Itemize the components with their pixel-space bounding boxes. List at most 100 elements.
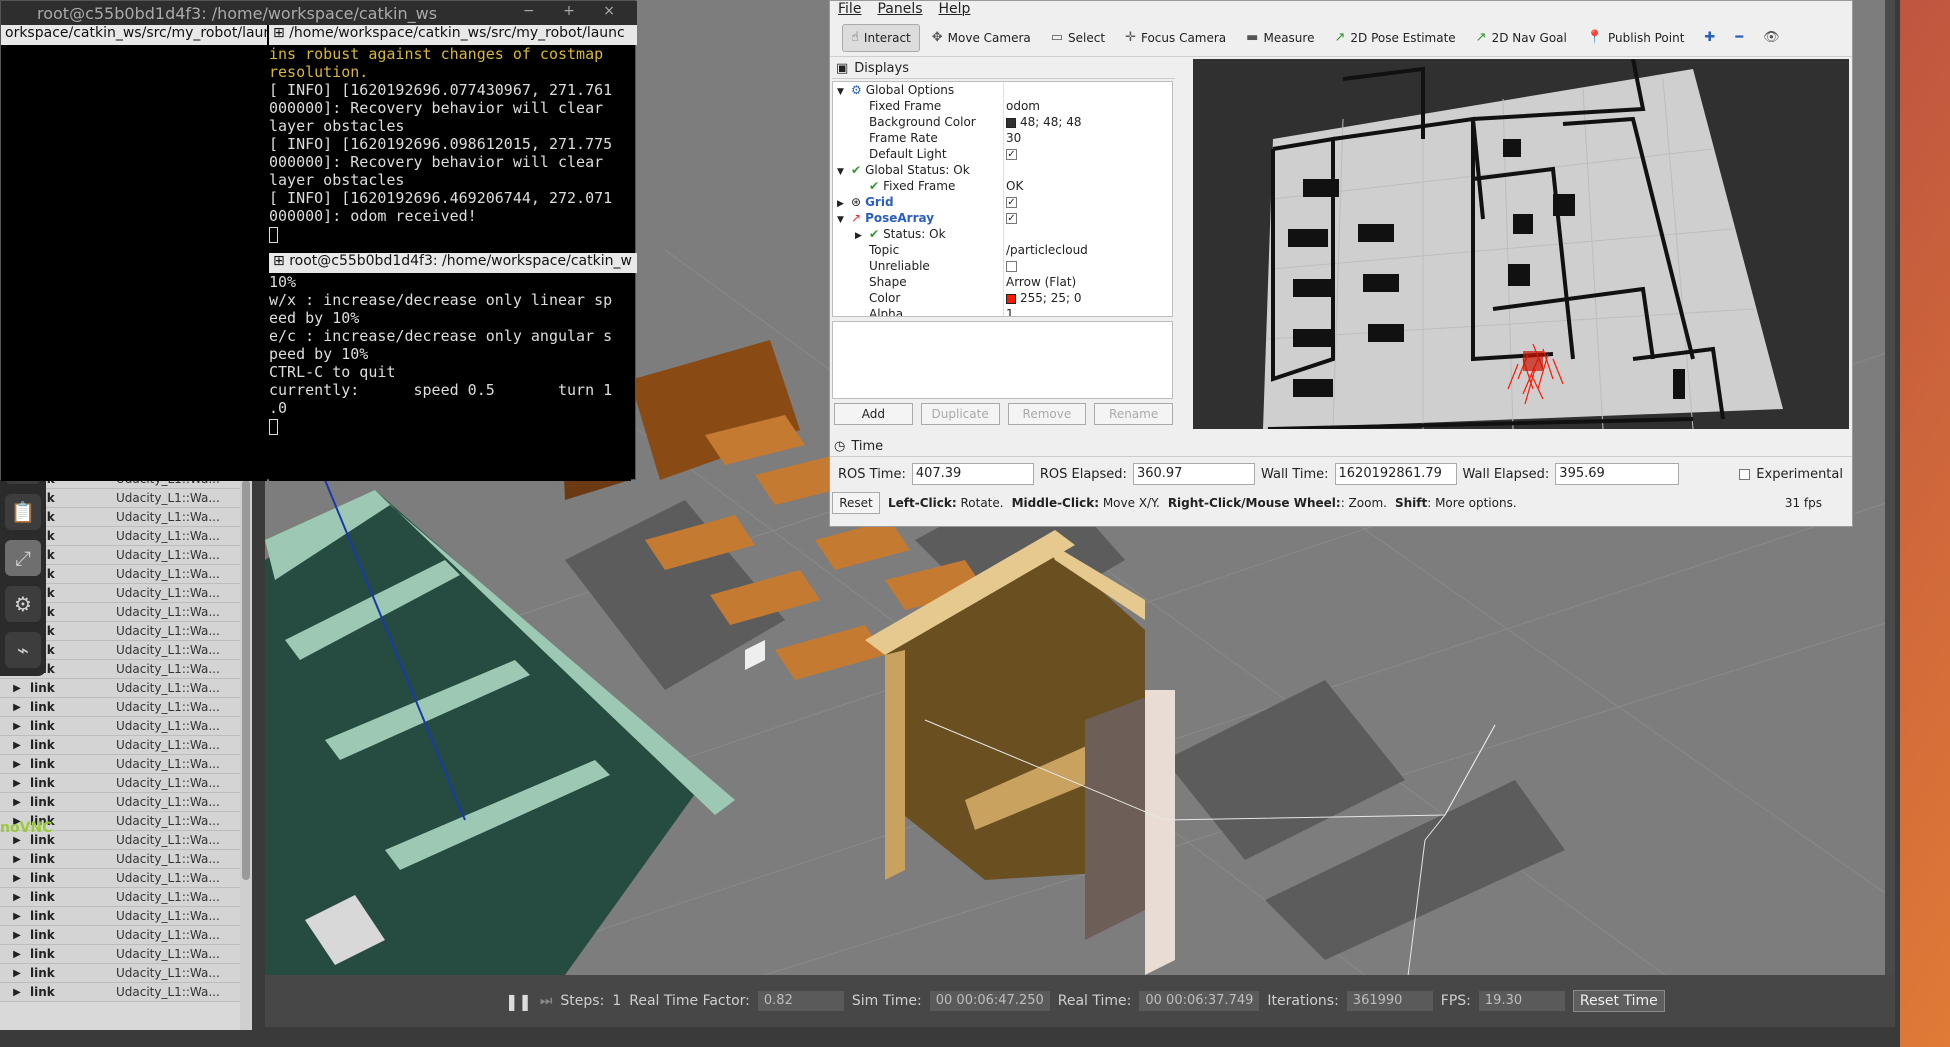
rename-display-button[interactable]: Rename <box>1094 403 1173 425</box>
publish-point-tool-button[interactable]: 📍 Publish Point <box>1579 24 1693 52</box>
model-tree-row[interactable]: ▶ link Udacity_L1::Wa... <box>0 869 251 888</box>
expand-arrow-icon[interactable]: ▶ <box>10 759 24 770</box>
fullscreen-icon[interactable]: ⤢ <box>5 540 41 576</box>
model-tree-row[interactable]: ▶ link Udacity_L1::Wa... <box>0 850 251 869</box>
display-checkbox[interactable] <box>1006 261 1017 272</box>
expand-arrow-icon[interactable]: ▶ <box>10 702 24 713</box>
model-tree-row[interactable]: ▶ link Udacity_L1::Wa... <box>0 793 251 812</box>
display-row[interactable]: ▶ ✔ Status: Ok <box>833 226 1172 242</box>
display-checkbox[interactable]: ✓ <box>1006 149 1017 160</box>
focus-icon: ✛ <box>1125 30 1136 45</box>
rviz-window[interactable]: File Panels Help ☝ Interact ✥ Move Camera … <box>829 0 1853 527</box>
expand-arrow-icon[interactable]: ▶ <box>10 721 24 732</box>
bottom-terminal-pane[interactable]: 10% w/x : increase/decrease only linear s… <box>269 273 631 481</box>
model-tree-row[interactable]: ▶ link Udacity_L1::Wa... <box>0 736 251 755</box>
expand-arrow-icon[interactable]: ▶ <box>10 911 24 922</box>
display-row[interactable]: ✔ Fixed Frame OK <box>833 178 1172 194</box>
step-icon[interactable]: ⏭ <box>540 993 553 1009</box>
display-row[interactable]: Shape Arrow (Flat) <box>833 274 1172 290</box>
model-tree-row[interactable]: ▶ link Udacity_L1::Wa... <box>0 774 251 793</box>
wall-elapsed-field[interactable]: 395.69 <box>1555 463 1680 485</box>
nav-goal-tool-button[interactable]: ↗ 2D Nav Goal <box>1468 24 1575 52</box>
experimental-checkbox[interactable] <box>1739 468 1751 480</box>
row-value: Udacity_L1::Wa... <box>116 605 220 619</box>
display-row[interactable]: ▼ ⚙ Global Options <box>833 82 1172 98</box>
model-tree-row[interactable]: ▶ link Udacity_L1::Wa... <box>0 698 251 717</box>
model-tree-row[interactable]: ▶ link Udacity_L1::Wa... <box>0 926 251 945</box>
move-camera-tool-button[interactable]: ✥ Move Camera <box>924 24 1039 52</box>
terminal-window[interactable]: root@c55b0bd1d4f3: /home/workspace/catki… <box>0 0 637 481</box>
ros-elapsed-field[interactable]: 360.97 <box>1132 463 1255 485</box>
wall-time-field[interactable]: 1620192861.79 <box>1334 463 1457 485</box>
reset-button[interactable]: Reset <box>832 492 880 514</box>
displays-tree[interactable]: ▼ ⚙ Global Options Fixed Frame odom Backgroun… <box>832 81 1173 317</box>
menu-panels[interactable]: Panels <box>877 1 922 19</box>
expand-arrow-icon[interactable]: ▶ <box>10 797 24 808</box>
display-row[interactable]: ▶ ⊛ Grid ✓ <box>833 194 1172 210</box>
model-tree-row[interactable]: ▶ link Udacity_L1::Wa... <box>0 888 251 907</box>
menu-file[interactable]: File <box>838 1 861 19</box>
display-row[interactable]: Topic/particlecloud <box>833 242 1172 258</box>
expand-arrow-icon[interactable]: ▶ <box>10 930 24 941</box>
settings-gear-icon[interactable]: ⚙ <box>5 586 41 622</box>
model-tree-row[interactable]: ▶ link Udacity_L1::Wa... <box>0 964 251 983</box>
model-tree-row[interactable]: ▶ link Udacity_L1::Wa... <box>0 717 251 736</box>
expand-arrow-icon[interactable]: ▶ <box>10 740 24 751</box>
ros-time-field[interactable]: 407.39 <box>911 463 1034 485</box>
expand-arrow-icon[interactable]: ▶ <box>10 892 24 903</box>
expand-arrow-icon[interactable]: ▶ <box>10 873 24 884</box>
view-options-button[interactable]: 👁 <box>1755 24 1788 52</box>
left-terminal-pane[interactable] <box>1 45 267 481</box>
model-tree-row[interactable]: ▶ link Udacity_L1::Wa... <box>0 945 251 964</box>
top-terminal-pane[interactable]: ins robust against changes of costmap res… <box>269 45 631 245</box>
model-tree-row[interactable]: ▶ link Udacity_L1::Wa... <box>0 983 251 1002</box>
tree-arrow-icon[interactable]: ▶ <box>855 228 869 242</box>
window-controls[interactable]: − + × <box>523 3 627 19</box>
pause-icon[interactable]: ❚❚ <box>505 992 532 1011</box>
display-row[interactable]: Unreliable <box>833 258 1172 274</box>
steps-value[interactable]: 1 <box>612 993 621 1009</box>
reset-time-button[interactable]: Reset Time <box>1572 990 1665 1012</box>
terminal-title-bar[interactable]: root@c55b0bd1d4f3: /home/workspace/catki… <box>1 1 637 25</box>
select-tool-button[interactable]: ▭ Select <box>1043 24 1113 52</box>
interact-tool-button[interactable]: ☝ Interact <box>842 23 920 52</box>
add-display-button[interactable]: Add <box>834 403 913 425</box>
display-row[interactable]: ▼ ✔ Global Status: Ok <box>833 162 1172 178</box>
model-tree-row[interactable]: ▶ link Udacity_L1::Wa... <box>0 755 251 774</box>
remove-tool-button[interactable]: ━ <box>1727 24 1751 52</box>
expand-arrow-icon[interactable]: ▶ <box>10 987 24 998</box>
menu-help[interactable]: Help <box>939 1 971 19</box>
display-row[interactable]: Background Color 48; 48; 48 <box>833 114 1172 130</box>
expand-arrow-icon[interactable]: ▶ <box>10 968 24 979</box>
display-checkbox[interactable]: ✓ <box>1006 197 1017 208</box>
green-arrow-icon: ↗ <box>1334 30 1346 45</box>
remove-display-button[interactable]: Remove <box>1007 403 1087 425</box>
display-row[interactable]: Default Light ✓ <box>833 146 1172 162</box>
duplicate-display-button[interactable]: Duplicate <box>920 403 1000 425</box>
display-checkbox[interactable]: ✓ <box>1006 213 1017 224</box>
tree-arrow-icon[interactable]: ▼ <box>837 84 851 98</box>
tree-arrow-icon[interactable]: ▼ <box>837 164 851 178</box>
expand-arrow-icon[interactable]: ▶ <box>10 683 24 694</box>
focus-camera-tool-button[interactable]: ✛ Focus Camera <box>1117 24 1234 52</box>
scrollbar-thumb[interactable] <box>242 480 250 880</box>
clipboard-panel-icon[interactable]: 📋 <box>5 494 41 530</box>
rviz-3d-view[interactable] <box>1193 59 1849 429</box>
add-tool-button[interactable]: ✚ <box>1696 24 1723 52</box>
gazebo-tree-scrollbar[interactable] <box>240 470 252 1030</box>
tree-arrow-icon[interactable]: ▶ <box>837 196 851 210</box>
expand-arrow-icon[interactable]: ▶ <box>10 854 24 865</box>
measure-tool-button[interactable]: ▬ Measure <box>1238 24 1322 52</box>
display-row[interactable]: Fixed Frame odom <box>833 98 1172 114</box>
tree-arrow-icon[interactable]: ▼ <box>837 212 851 226</box>
display-row[interactable]: Color 255; 25; 0 <box>833 290 1172 306</box>
expand-arrow-icon[interactable]: ▶ <box>10 778 24 789</box>
display-row[interactable]: Alpha 1 <box>833 306 1172 316</box>
expand-arrow-icon[interactable]: ▶ <box>10 949 24 960</box>
model-tree-row[interactable]: ▶ link Udacity_L1::Wa... <box>0 679 251 698</box>
display-row[interactable]: Frame Rate 30 <box>833 130 1172 146</box>
disconnect-icon[interactable]: ⌁ <box>5 632 41 668</box>
display-row[interactable]: ▼ ↗ PoseArray ✓ <box>833 210 1172 226</box>
model-tree-row[interactable]: ▶ link Udacity_L1::Wa... <box>0 907 251 926</box>
pose-estimate-tool-button[interactable]: ↗ 2D Pose Estimate <box>1326 24 1463 52</box>
